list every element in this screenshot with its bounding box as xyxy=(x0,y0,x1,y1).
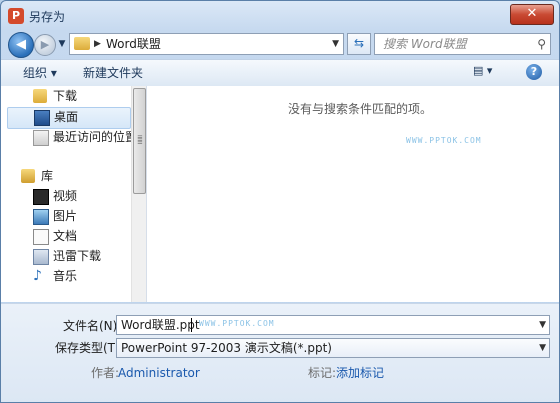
navigation-bar: ◀ ▶ ▼ ▶ Word联盟 ▼ ⇆ 搜索 Word联盟 ⚲ xyxy=(1,31,559,59)
sidebar-item-label: 迅雷下载 xyxy=(53,249,102,263)
recent-places-icon xyxy=(33,130,49,146)
sidebar-item-downloads[interactable]: 下载 xyxy=(19,86,129,106)
filetype-select[interactable]: PowerPoint 97-2003 演示文稿(*.ppt) ▼ xyxy=(116,338,550,358)
filename-input[interactable]: Word联盟.ppt xyxy=(121,317,200,333)
change-view-button[interactable]: ▤ ▾ xyxy=(473,64,499,80)
search-box[interactable]: 搜索 Word联盟 ⚲ xyxy=(374,33,551,55)
sidebar-item-label: 文档 xyxy=(53,229,78,243)
breadcrumb-chevron-icon[interactable]: ▶ xyxy=(94,36,101,52)
save-as-dialog: P 另存为 ✕ ◀ ▶ ▼ ▶ Word联盟 ▼ ⇆ 搜索 Word联盟 ⚲ 组… xyxy=(0,0,560,403)
videos-icon xyxy=(33,189,49,205)
filename-dropdown-icon[interactable]: ▼ xyxy=(539,317,546,333)
navigation-scrollbar[interactable]: = = = xyxy=(131,86,146,302)
sidebar-item-label: 视频 xyxy=(53,189,78,203)
author-value[interactable]: Administrator xyxy=(118,365,200,381)
save-form: 文件名(N): Word联盟.ppt ▼ WWW.PPTOK.COM 保存类型(… xyxy=(1,303,559,402)
thunder-downloads-icon xyxy=(33,249,49,265)
app-icon: P xyxy=(8,8,24,24)
text-caret xyxy=(191,318,192,332)
filetype-dropdown-icon[interactable]: ▼ xyxy=(539,340,546,356)
navigation-pane: 下载 桌面 最近访问的位置 库 视频 图片 文档 迅雷下载 ♪ 音乐 = = = xyxy=(1,86,147,302)
sidebar-item-recent-places[interactable]: 最近访问的位置 xyxy=(19,127,137,147)
pictures-icon xyxy=(33,209,49,225)
sidebar-item-label: 图片 xyxy=(53,209,78,223)
folder-icon xyxy=(74,37,90,50)
history-dropdown-icon[interactable]: ▼ xyxy=(57,39,67,49)
scrollbar-thumb[interactable]: = = = xyxy=(133,88,146,194)
view-icon: ▤ ▾ xyxy=(473,64,493,77)
back-arrow-icon: ◀ xyxy=(16,37,26,52)
sidebar-item-libraries[interactable]: 库 xyxy=(19,166,129,186)
sidebar-item-label: 桌面 xyxy=(54,110,79,124)
sidebar-item-label: 最近访问的位置 xyxy=(53,130,138,144)
window-title: 另存为 xyxy=(29,10,66,24)
sidebar-item-thunder-downloads[interactable]: 迅雷下载 xyxy=(19,246,129,266)
libraries-icon xyxy=(21,169,35,183)
grip-icon: = = = xyxy=(137,133,143,147)
content-area: 下载 桌面 最近访问的位置 库 视频 图片 文档 迅雷下载 ♪ 音乐 = = =… xyxy=(1,86,559,302)
refresh-icon: ⇆ xyxy=(353,36,365,50)
sidebar-item-videos[interactable]: 视频 xyxy=(19,186,129,206)
forward-button[interactable]: ▶ xyxy=(34,34,56,56)
help-icon: ? xyxy=(530,65,538,78)
watermark-text: WWW.PPTOK.COM xyxy=(406,136,482,145)
search-input[interactable]: 搜索 Word联盟 xyxy=(383,36,467,52)
filename-field[interactable]: Word联盟.ppt ▼ xyxy=(116,315,550,335)
author-label: 作者: xyxy=(91,366,120,380)
address-dropdown-icon[interactable]: ▼ xyxy=(332,36,339,52)
music-icon: ♪ xyxy=(33,268,42,284)
title-bar[interactable]: P 另存为 ✕ xyxy=(1,1,559,31)
filetype-value: PowerPoint 97-2003 演示文稿(*.ppt) xyxy=(121,341,332,355)
search-icon[interactable]: ⚲ xyxy=(537,36,546,52)
add-tags-link[interactable]: 添加标记 xyxy=(336,365,384,381)
sidebar-item-label: 音乐 xyxy=(53,269,78,283)
tags-label: 标记: xyxy=(308,366,337,380)
downloads-folder-icon xyxy=(33,89,47,103)
sidebar-item-label: 库 xyxy=(41,169,54,183)
filename-label: 文件名(N): xyxy=(63,319,122,333)
close-button[interactable]: ✕ xyxy=(510,4,554,25)
sidebar-item-documents[interactable]: 文档 xyxy=(19,226,129,246)
breadcrumb-current[interactable]: Word联盟 xyxy=(106,36,161,52)
watermark-text-2: WWW.PPTOK.COM xyxy=(199,319,275,328)
sidebar-item-label: 下载 xyxy=(53,89,78,103)
desktop-icon xyxy=(34,110,50,126)
refresh-button[interactable]: ⇆ xyxy=(347,33,371,55)
address-bar[interactable]: ▶ Word联盟 ▼ xyxy=(69,33,344,55)
empty-results-message: 没有与搜索条件匹配的项。 xyxy=(288,102,433,116)
command-toolbar: 组织 ▾ 新建文件夹 ▤ ▾ ? xyxy=(1,59,559,87)
sidebar-item-pictures[interactable]: 图片 xyxy=(19,206,129,226)
help-button[interactable]: ? xyxy=(526,64,542,80)
organize-button[interactable]: 组织 ▾ xyxy=(23,65,57,81)
back-button[interactable]: ◀ xyxy=(8,32,34,58)
new-folder-button[interactable]: 新建文件夹 xyxy=(83,65,143,81)
sidebar-item-music[interactable]: ♪ 音乐 xyxy=(19,266,129,286)
forward-arrow-icon: ▶ xyxy=(40,38,50,51)
sidebar-item-desktop[interactable]: 桌面 xyxy=(7,107,131,129)
filetype-label: 保存类型(T): xyxy=(55,341,124,355)
documents-icon xyxy=(33,229,49,245)
